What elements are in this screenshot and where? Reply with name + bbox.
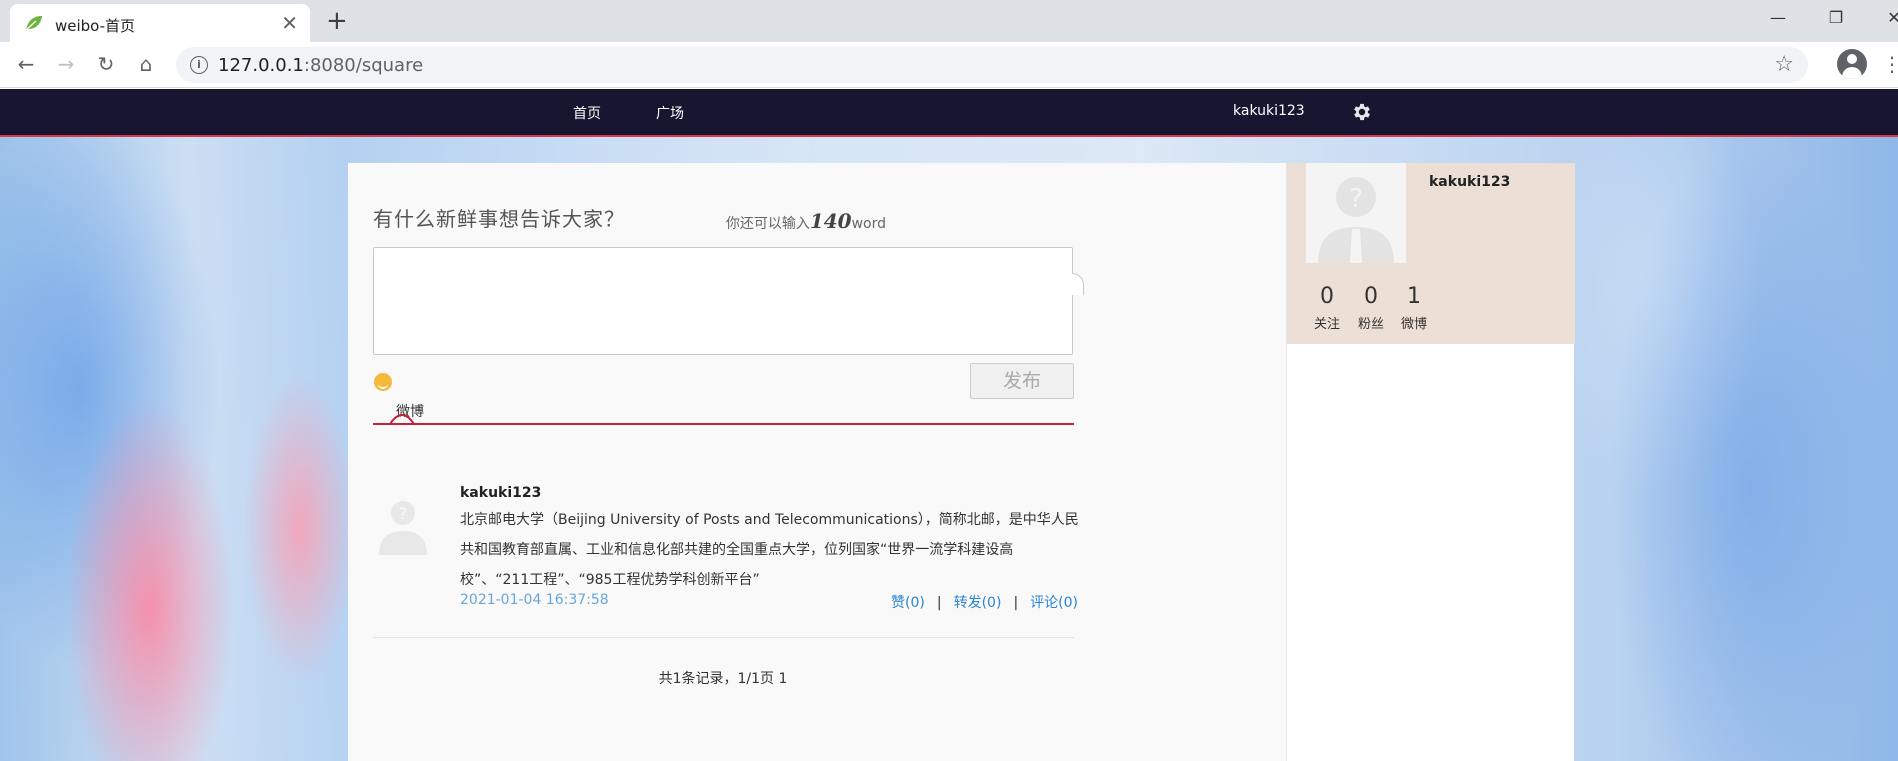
profile-name[interactable]: kakuki123 [1429,174,1510,190]
stat-fans[interactable]: 0 粉丝 [1351,284,1391,333]
publish-button[interactable]: 发布 [970,363,1074,399]
website-viewport: 首页 广场 kakuki123 有什么新鲜事想告诉大家？ 你还可以输入140wo… [0,89,1898,761]
fans-label: 粉丝 [1357,317,1384,332]
composer-title: 有什么新鲜事想告诉大家？ [373,207,625,231]
window-close-icon[interactable]: ✕ [1864,4,1898,34]
fans-count: 0 [1364,284,1378,309]
svg-text:?: ? [399,504,408,523]
following-count: 0 [1320,284,1334,309]
weibo-count: 1 [1407,284,1421,309]
window-restore-icon[interactable]: ❐ [1806,4,1866,34]
svg-text:?: ? [1349,184,1363,214]
bookmark-star-icon[interactable]: ☆ [1774,52,1794,77]
window-minimize-icon[interactable]: — [1748,4,1808,34]
nav-home-link[interactable]: 首页 [573,103,601,123]
browser-tabstrip: weibo-首页 ✕ + — ❐ ✕ [0,0,1898,42]
weibo-label: 微博 [1400,317,1427,332]
stat-weibo[interactable]: 1 微博 [1394,284,1434,333]
emoji-smile-icon[interactable] [374,373,392,391]
home-icon[interactable]: ⌂ [132,50,160,78]
back-arrow-icon[interactable]: ← [12,50,40,78]
tab-active-wave-icon [376,413,436,425]
address-bar[interactable]: i 127.0.0.1:8080/square ☆ [176,47,1808,83]
nav-username-link[interactable]: kakuki123 [1233,103,1305,119]
address-url[interactable]: 127.0.0.1:8080/square [218,55,423,76]
reload-icon[interactable]: ↻ [92,50,120,78]
comment-link[interactable]: 评论(0) [1030,595,1078,611]
tab-underline [373,423,1074,425]
new-tab-icon[interactable]: + [326,6,348,36]
composer-char-count: 你还可以输入140word [726,209,886,233]
site-navbar: 首页 广场 kakuki123 [0,89,1898,137]
action-separator: | [936,595,942,611]
profile-avatar-icon[interactable] [1837,49,1867,79]
composer-box-tail [1072,273,1084,295]
gear-icon[interactable] [1351,101,1373,123]
post-text: 北京邮电大学（Beijing University of Posts and T… [460,512,1079,588]
browser-menu-icon[interactable]: ⋮ [1882,52,1898,76]
feed-column: 有什么新鲜事想告诉大家？ 你还可以输入140word 发布 微博 ? kakuk… [348,163,1286,761]
nav-square-link[interactable]: 广场 [656,103,684,123]
url-path: :8080/square [303,55,424,76]
composer-textarea[interactable] [374,248,1072,354]
count-suffix: word [851,216,886,232]
post-timestamp: 2021-01-04 16:37:58 [460,592,609,608]
browser-toolbar: ← → ↻ ⌂ i 127.0.0.1:8080/square ☆ ⋮ [0,42,1898,88]
url-host: 127.0.0.1 [218,55,304,76]
count-prefix: 你还可以输入 [725,216,810,232]
repost-link[interactable]: 转发(0) [954,595,1002,611]
site-info-icon[interactable]: i [190,56,208,74]
composer-textarea-wrap [373,247,1073,355]
browser-tab-active[interactable]: weibo-首页 ✕ [10,4,310,42]
leaf-favicon-icon [25,16,42,31]
pagination: 共1条记录，1/1页 1 [658,671,788,687]
forward-arrow-icon[interactable]: → [52,50,80,78]
profile-card: ? kakuki123 0 关注 0 粉丝 1 微博 [1287,163,1575,344]
post-divider [373,637,1074,638]
post-username[interactable]: kakuki123 [460,485,541,501]
action-separator: | [1013,595,1019,611]
count-value: 140 [809,209,852,233]
post-actions: 赞(0) | 转发(0) | 评论(0) [878,592,1078,612]
following-label: 关注 [1313,317,1340,332]
stat-following[interactable]: 0 关注 [1307,284,1347,333]
sidebar: ? kakuki123 0 关注 0 粉丝 1 微博 [1286,163,1575,761]
tab-close-icon[interactable]: ✕ [281,13,298,33]
post-avatar-icon[interactable]: ? [373,493,433,555]
tab-title: weibo-首页 [55,17,136,35]
profile-avatar-icon[interactable]: ? [1306,163,1406,263]
like-link[interactable]: 赞(0) [891,595,925,611]
